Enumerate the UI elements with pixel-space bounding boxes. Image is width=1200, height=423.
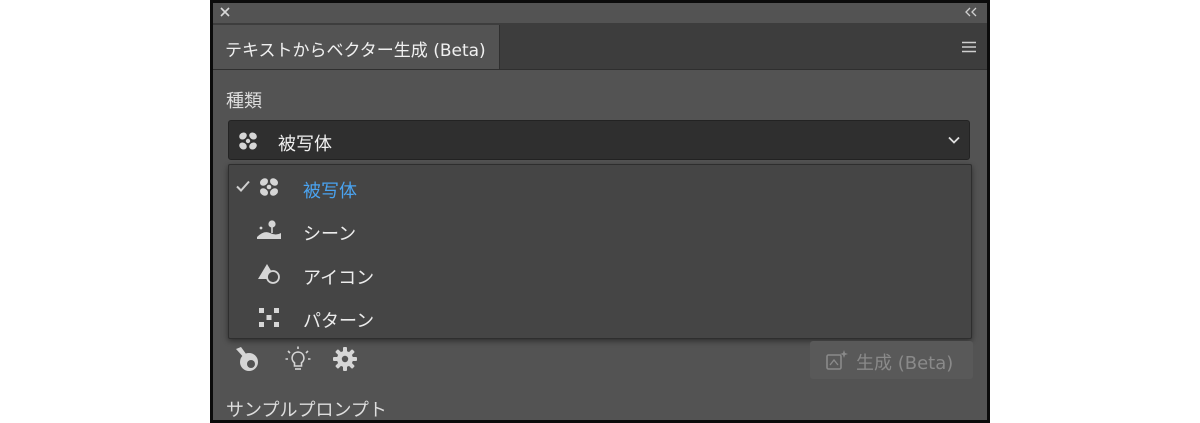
menu-item-label: 被写体 — [303, 181, 357, 202]
scene-icon — [257, 220, 281, 239]
lightbulb-icon[interactable] — [284, 345, 312, 373]
dropdown-selected-value: 被写体 — [278, 134, 332, 155]
close-icon[interactable] — [218, 5, 232, 19]
menu-item-label: アイコン — [303, 268, 375, 289]
text-to-vector-panel: テキストからベクター生成 (Beta) 種類 被写体 被写体 シーン アイコン … — [210, 0, 990, 423]
menu-item-icon[interactable]: アイコン — [229, 253, 971, 296]
generate-button-label: 生成 (Beta) — [856, 353, 954, 374]
type-section-label: 種類 — [226, 91, 262, 112]
menu-item-pattern[interactable]: パターン — [229, 296, 971, 339]
menu-item-subject[interactable]: 被写体 — [229, 166, 971, 209]
checkmark-icon — [236, 180, 250, 192]
type-dropdown-menu: 被写体 シーン アイコン パターン — [228, 164, 972, 339]
tab-label: テキストからベクター生成 (Beta) — [225, 41, 486, 61]
generate-button[interactable]: 生成 (Beta) — [810, 341, 973, 379]
subject-icon — [259, 178, 279, 196]
sample-prompt-label: サンプルプロンプト — [226, 400, 387, 421]
tab-text-to-vector[interactable]: テキストからベクター生成 (Beta) — [213, 25, 500, 69]
subject-icon — [239, 132, 257, 150]
double-chevron-left-icon[interactable] — [963, 5, 979, 19]
panel-tab-row: テキストからベクター生成 (Beta) — [213, 23, 987, 70]
pattern-icon — [259, 308, 279, 327]
menu-item-label: パターン — [303, 311, 375, 332]
type-dropdown[interactable]: 被写体 — [228, 120, 970, 160]
style-picker-icon[interactable] — [233, 345, 261, 373]
icon-shapes-icon — [258, 264, 280, 284]
gear-icon[interactable] — [331, 345, 359, 373]
menu-item-scene[interactable]: シーン — [229, 209, 971, 252]
panel-titlebar — [213, 3, 987, 23]
hamburger-menu-icon[interactable] — [961, 40, 977, 54]
sparkle-frame-icon — [826, 350, 848, 370]
menu-item-label: シーン — [303, 224, 357, 245]
chevron-down-icon — [948, 136, 960, 144]
